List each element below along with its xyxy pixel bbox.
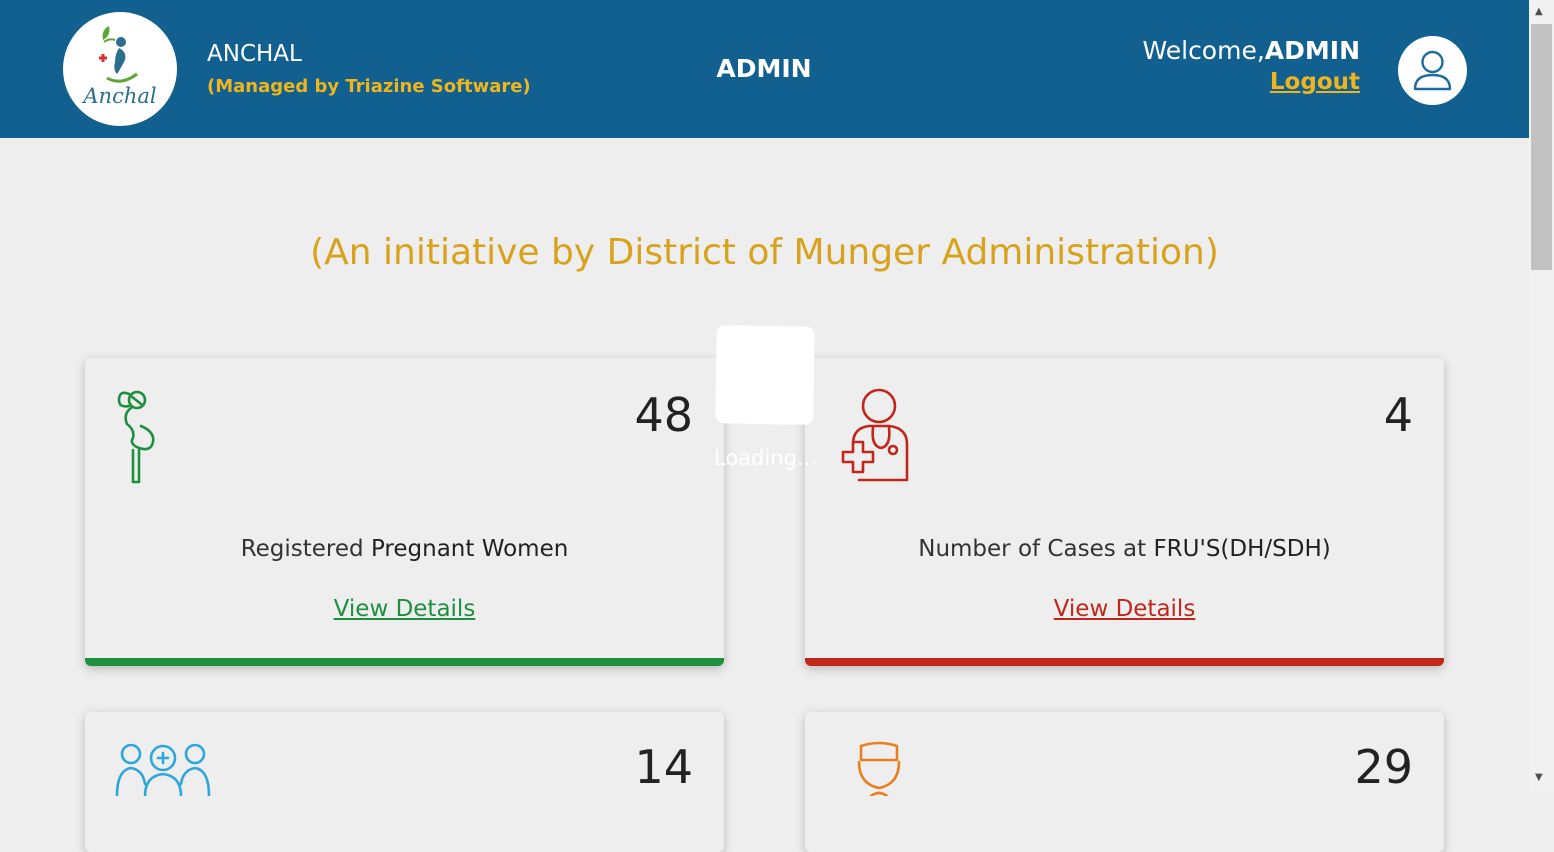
- nurse-icon: [853, 740, 905, 800]
- logo-wordmark: Anchal: [83, 84, 157, 108]
- card-value: 48: [634, 388, 693, 442]
- anchal-logo: Anchal: [63, 12, 177, 126]
- loading-text: Loading...: [714, 446, 817, 470]
- card-label-strong: Pregnant Women: [370, 536, 569, 562]
- scrollbar-thumb[interactable]: [1531, 24, 1552, 270]
- welcome-message: Welcome,ADMIN: [1142, 36, 1360, 65]
- card-value: 4: [1383, 388, 1413, 442]
- view-details-link[interactable]: View Details: [805, 596, 1444, 622]
- logout-link[interactable]: Logout: [1270, 69, 1360, 95]
- doctor-cross-icon: [835, 386, 911, 488]
- logo-emblem-icon: [99, 26, 138, 83]
- card-label: Number of Cases at FRU'S(DH/SDH): [805, 536, 1444, 562]
- card-accent-bar: [805, 658, 1444, 666]
- scroll-down-icon[interactable]: ▼: [1535, 772, 1543, 783]
- card-value: 14: [634, 740, 693, 794]
- view-details-link[interactable]: View Details: [85, 596, 724, 622]
- card-medical-team: 14: [85, 712, 724, 852]
- card-label: Registered Pregnant Women: [85, 536, 724, 562]
- card-fru-cases: 4 Number of Cases at FRU'S(DH/SDH) View …: [805, 358, 1444, 666]
- brand-name: ANCHAL: [207, 41, 302, 67]
- user-avatar-icon: [1413, 50, 1452, 91]
- welcome-prefix: Welcome,: [1142, 36, 1265, 65]
- username: ADMIN: [1264, 36, 1360, 65]
- scroll-up-icon[interactable]: ▲: [1535, 6, 1543, 17]
- initiative-heading: (An initiative by District of Munger Adm…: [310, 232, 1219, 273]
- card-label-normal: Registered: [240, 536, 371, 562]
- page-title: ADMIN: [716, 54, 812, 83]
- brand-subtitle: (Managed by Triazine Software): [207, 76, 531, 97]
- top-header: Anchal ANCHAL (Managed by Triazine Softw…: [0, 0, 1529, 138]
- card-value: 29: [1354, 740, 1413, 794]
- card-accent-bar: [85, 658, 724, 666]
- avatar[interactable]: [1398, 36, 1467, 105]
- card-label-normal: Number of Cases at: [918, 536, 1154, 562]
- loading-spinner: [715, 325, 815, 425]
- card-nurse: 29: [805, 712, 1444, 852]
- card-label-strong: FRU'S(DH/SDH): [1153, 536, 1331, 562]
- card-pregnant-women: 48 Registered Pregnant Women View Detail…: [85, 358, 724, 666]
- medical-team-icon: [113, 740, 213, 800]
- pregnant-woman-icon: [111, 386, 163, 490]
